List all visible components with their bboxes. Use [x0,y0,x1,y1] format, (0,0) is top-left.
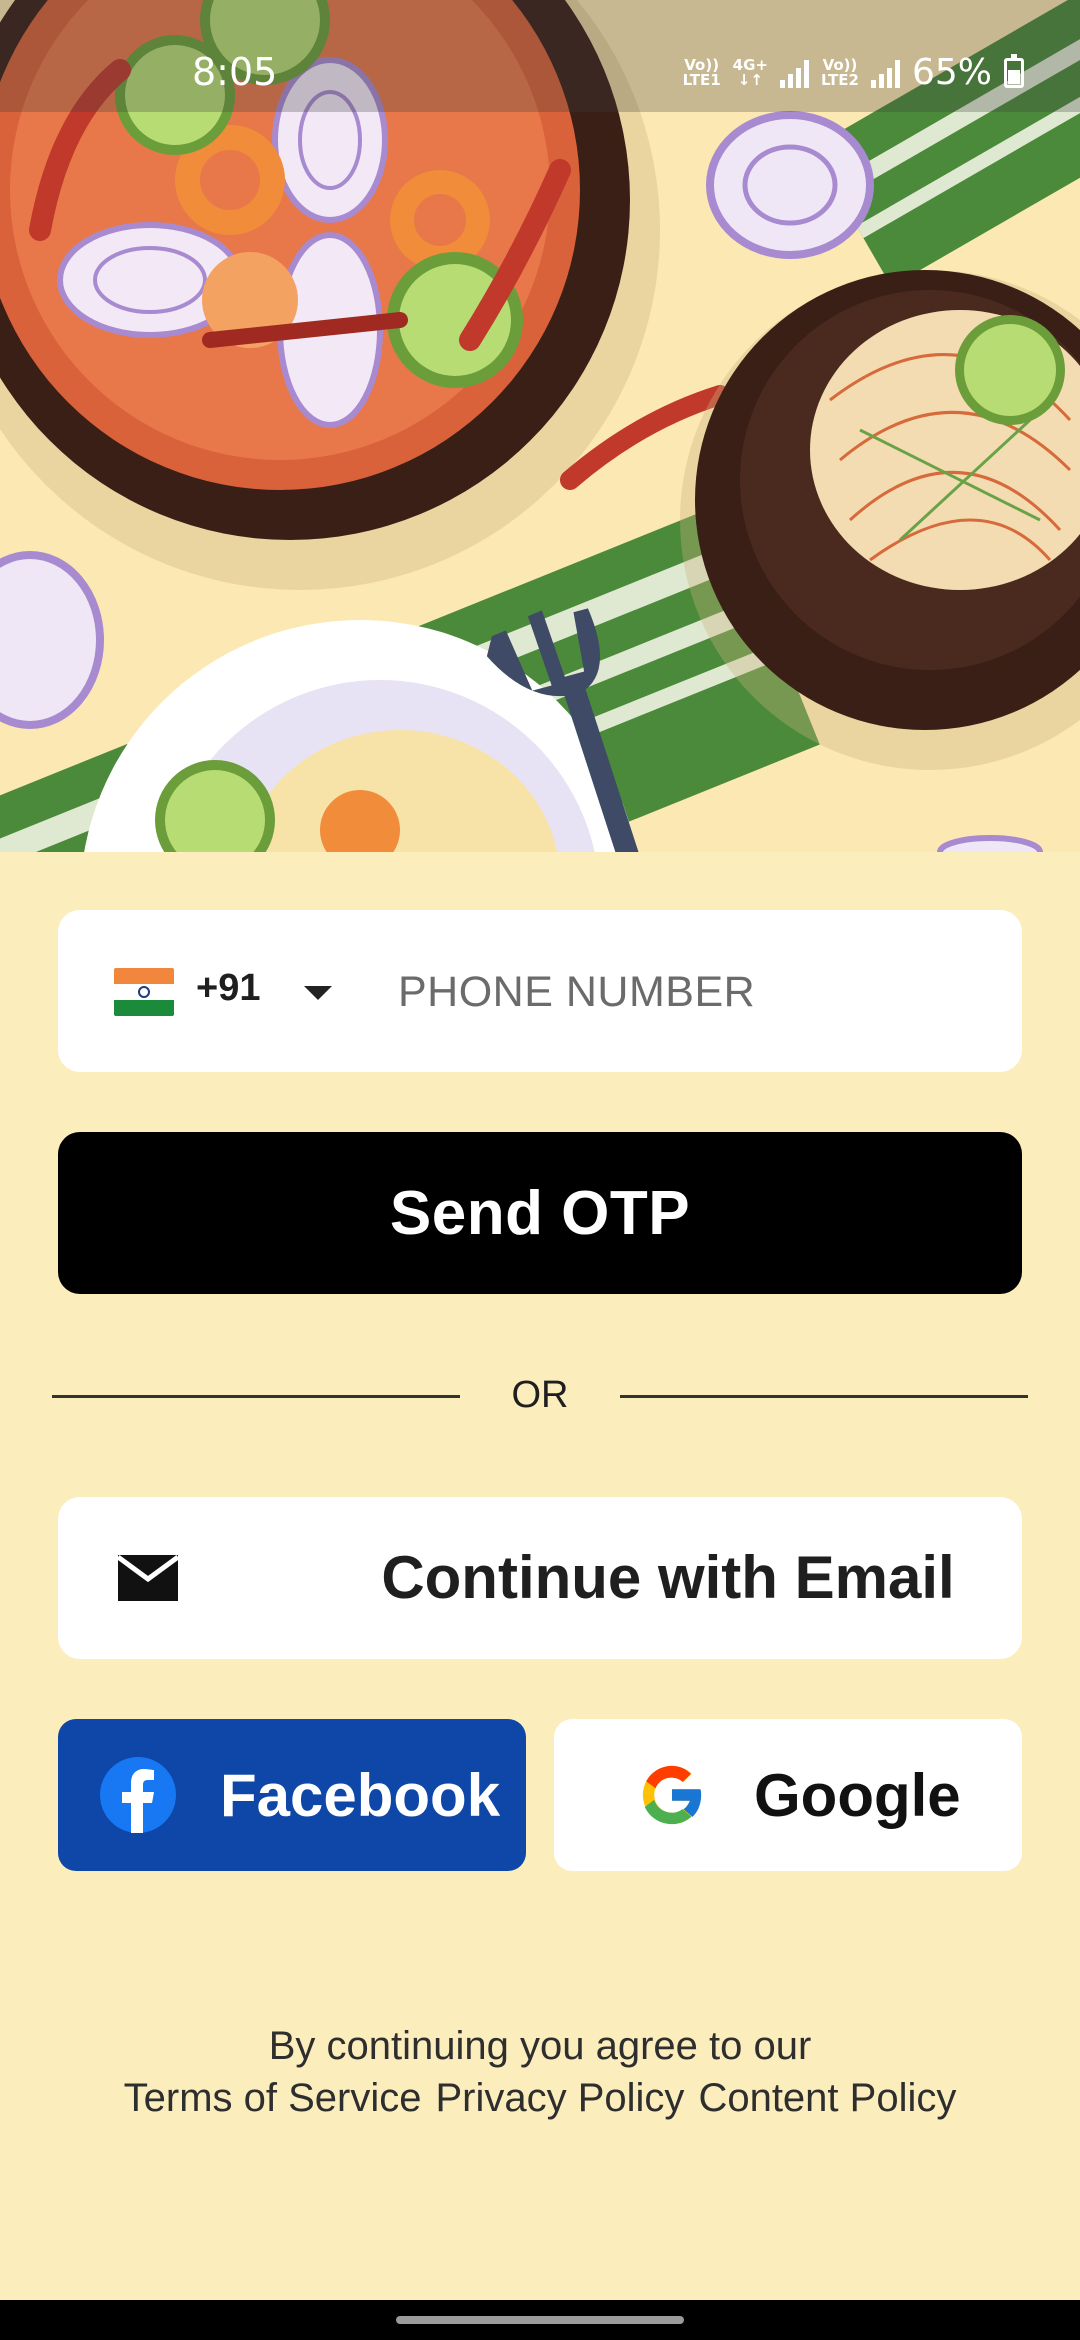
signal-strength-icon-2 [870,58,900,88]
phone-number-input[interactable] [398,950,958,1034]
send-otp-button[interactable]: Send OTP [58,1132,1022,1294]
home-gesture-handle[interactable] [396,2316,684,2324]
chevron-down-icon[interactable] [304,986,332,1000]
continue-with-email-button[interactable]: Continue with Email [58,1497,1022,1659]
google-login-button[interactable]: Google [554,1719,1022,1871]
status-icons: Vo)) LTE1 4G+ ↓↑ Vo)) LTE2 65% [683,52,1024,93]
or-divider-label: OR [511,1374,569,1416]
food-illustration-image [0,0,1080,852]
status-bar: 8:05 Vo)) LTE1 4G+ ↓↑ Vo)) LTE2 65% [0,0,1080,112]
sim1-volte-indicator: Vo)) LTE1 [682,57,721,89]
divider-line-left [52,1395,460,1398]
mail-icon [116,1554,180,1601]
policy-links: Terms of Service Privacy Policy Content … [0,2072,1080,2124]
battery-percentage: 65% [911,52,992,93]
sim1-label-bottom: LTE1 [682,70,721,89]
facebook-login-button[interactable]: Facebook [58,1719,526,1871]
network-type-indicator: 4G+ ↓↑ [733,57,768,89]
divider-line-right [620,1395,1028,1398]
google-icon [642,1765,704,1825]
continue-with-email-label: Continue with Email [381,1544,955,1611]
terms-notice: By continuing you agree to our Terms of … [0,2020,1080,2124]
google-label: Google [754,1762,961,1829]
terms-intro: By continuing you agree to our [268,2024,812,2068]
sim2-label-bottom: LTE2 [820,70,859,89]
signal-strength-icon [779,58,809,88]
sim2-volte-indicator: Vo)) LTE2 [820,57,859,89]
data-activity-arrows: ↓↑ [737,70,763,89]
facebook-icon [100,1757,176,1833]
india-flag-icon[interactable] [114,968,174,1016]
phone-number-field[interactable]: +91 [58,910,1022,1072]
facebook-label: Facebook [220,1762,501,1829]
hero-food-illustration [0,0,1080,852]
battery-icon [1004,53,1024,88]
terms-of-service-link[interactable]: Terms of Service [124,2072,422,2124]
privacy-policy-link[interactable]: Privacy Policy [435,2072,684,2124]
content-policy-link[interactable]: Content Policy [698,2072,956,2124]
country-code[interactable]: +91 [196,967,260,1010]
navigation-bar [0,2300,1080,2340]
status-time: 8:05 [192,50,278,94]
